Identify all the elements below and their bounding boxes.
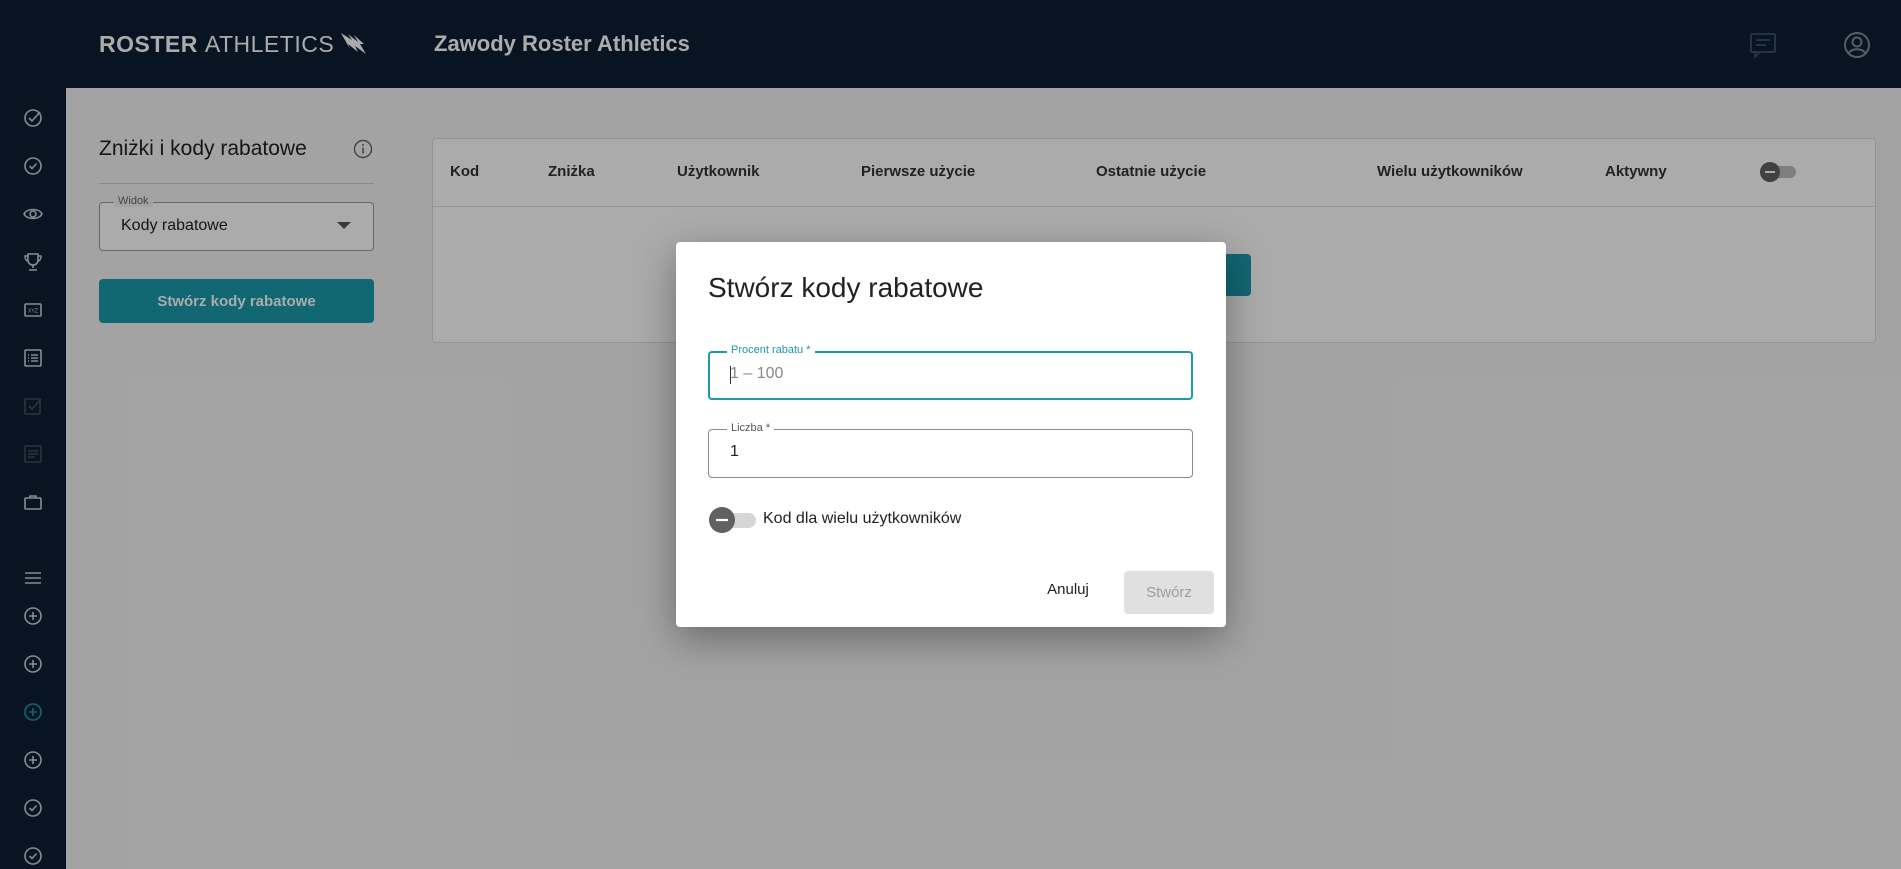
cancel-button[interactable]: Anuluj bbox=[1035, 571, 1101, 607]
discount-percent-input[interactable] bbox=[730, 365, 1170, 383]
dialog-title: Stwórz kody rabatowe bbox=[708, 272, 984, 303]
discount-percent-label: Procent rabatu * bbox=[727, 344, 815, 356]
count-field[interactable]: Liczba * bbox=[708, 422, 1193, 478]
discount-percent-field[interactable]: Procent rabatu * bbox=[708, 344, 1193, 400]
create-button[interactable]: Stwórz bbox=[1124, 571, 1214, 614]
count-label: Liczba * bbox=[727, 422, 775, 434]
multi-user-toggle[interactable] bbox=[708, 506, 758, 534]
multi-user-label: Kod dla wielu użytkowników bbox=[763, 510, 962, 527]
count-input[interactable] bbox=[730, 443, 1170, 461]
text-cursor bbox=[730, 366, 731, 384]
create-codes-dialog: Stwórz kody rabatowe Procent rabatu * Li… bbox=[676, 242, 1226, 627]
